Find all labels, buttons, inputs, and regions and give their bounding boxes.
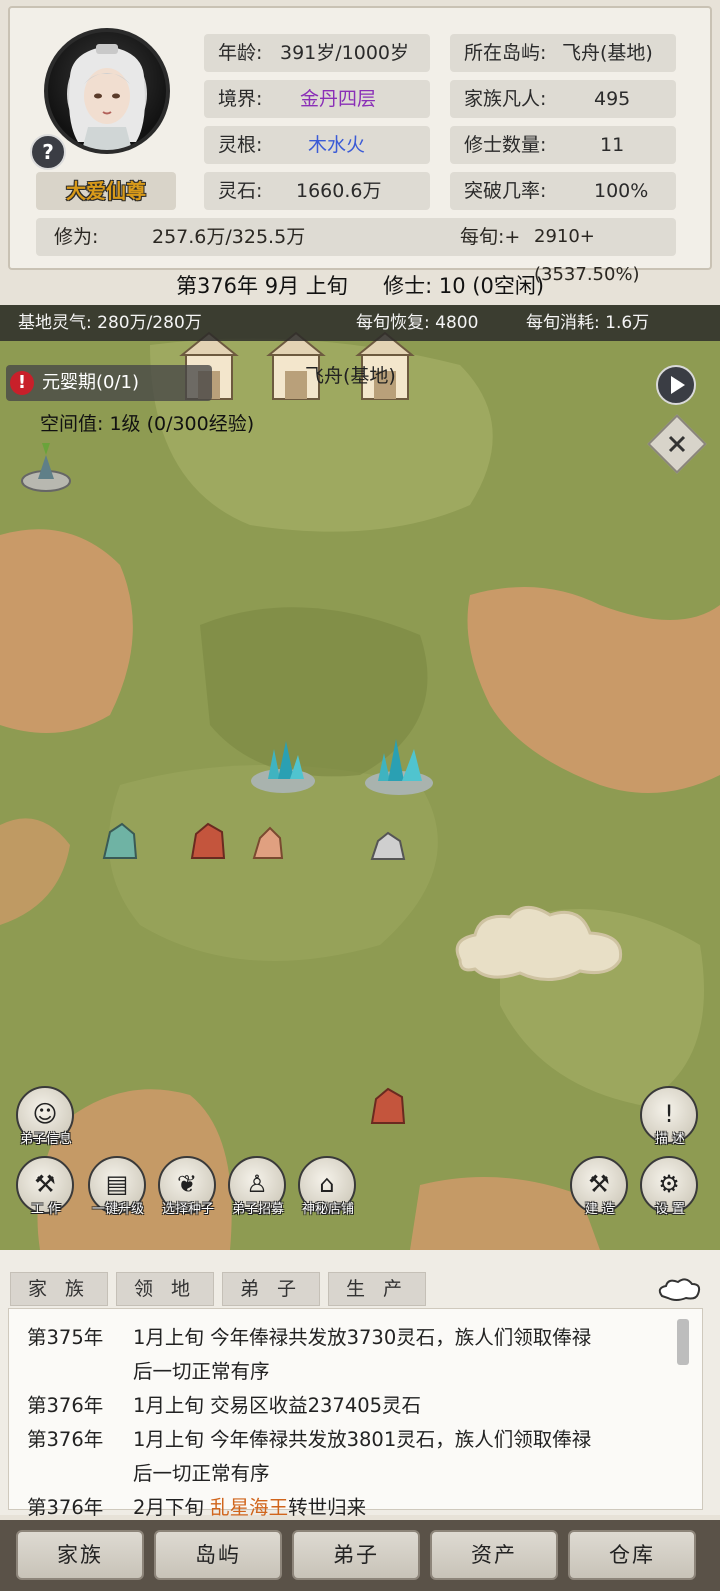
island-location-stat: 所在岛屿: 飞舟(基地) [450, 34, 676, 72]
fountain-structure[interactable] [20, 435, 72, 495]
ore-green[interactable] [100, 820, 140, 862]
character-name: 大爱仙尊 [36, 172, 176, 210]
spirit-root-label: 灵根: [218, 134, 263, 156]
qi-recovery: 每旬恢复: 4800 [356, 313, 479, 333]
disciple-icon: ♙ [246, 1170, 268, 1198]
play-button[interactable] [656, 365, 696, 405]
ore-silver[interactable] [368, 825, 408, 863]
mortals-value: 495 [594, 88, 631, 110]
age-stat: 年龄: 391岁/1000岁 [204, 34, 430, 72]
breakthrough-label: 突破几率: [464, 180, 547, 202]
log-text: 1月上旬 今年俸禄共发放3801灵石，族人们领取俸禄 [133, 1428, 592, 1451]
breakthrough-stat: 突破几率: 100% [450, 172, 676, 210]
log-text-suffix: 转世归来 [288, 1496, 367, 1519]
qi-status-bar: 基地灵气: 280万/280万 每旬恢复: 4800 每旬消耗: 1.6万 [0, 305, 720, 341]
date-status-bar: 第376年 9月 上旬 修士: 10 (0空闲) [0, 266, 720, 306]
cultivation-row: 修为: 257.6万/325.5万 每旬:+ 2910+(3537.50%) [36, 218, 676, 285]
log-highlight-name[interactable]: 乱星海王 [210, 1496, 288, 1519]
nav-disciples[interactable]: 弟子 [292, 1530, 420, 1580]
quest-banner[interactable]: ! 元婴期(0/1) [6, 365, 212, 401]
mortals-stat: 家族凡人: 495 [450, 80, 676, 118]
age-label: 年龄: [218, 42, 263, 64]
spirit-stones-label: 灵石: [218, 180, 263, 202]
sprout-icon: ❦ [176, 1170, 198, 1198]
map-terrain [0, 305, 720, 1250]
base-name-label: 飞舟(基地) [305, 365, 396, 387]
pagoda-icon: ⌂ [319, 1170, 335, 1198]
log-text: 1月上旬 今年俸禄共发放3730灵石，族人们领取俸禄 [133, 1326, 592, 1349]
play-icon [671, 376, 685, 394]
nav-islands[interactable]: 岛屿 [154, 1530, 282, 1580]
exclamation-icon: ! [664, 1100, 674, 1128]
alert-icon: ! [10, 371, 34, 395]
log-year: 第376年 [27, 1428, 104, 1451]
settings-label: 设 置 [654, 1202, 686, 1217]
log-text: 2月下旬 乱星海王转世归来 [133, 1491, 366, 1520]
work-label: 工 作 [30, 1202, 62, 1217]
spirit-crystal-right[interactable] [362, 735, 436, 799]
close-icon [668, 435, 686, 453]
cultivation-value: 257.6万/325.5万 [152, 226, 306, 248]
spirit-crystal-left[interactable] [248, 735, 318, 795]
cultivators-stat: 修士数量: 11 [450, 126, 676, 164]
nav-family[interactable]: 家族 [16, 1530, 144, 1580]
current-date: 第376年 9月 上旬 [175, 274, 348, 298]
nav-warehouse[interactable]: 仓库 [568, 1530, 696, 1580]
space-value: 空间值: 1级 (0/300经验) [40, 413, 255, 435]
qi-consumption: 每旬消耗: 1.6万 [526, 313, 650, 333]
breakthrough-value: 100% [594, 180, 649, 202]
spirit-root-stat: 灵根: 木水火 [204, 126, 430, 164]
island-map[interactable]: 飞舟(基地) ! 元婴期(0/1) 空间值: 1级 (0/300经验) [0, 305, 720, 1250]
description-label: 描 述 [654, 1132, 686, 1147]
recruit-label: 弟子招募 [231, 1202, 284, 1217]
spirit-root-value: 木水火 [308, 134, 366, 156]
event-log[interactable]: 第375年 1月上旬 今年俸禄共发放3730灵石，族人们领取俸禄 后一切正常有序… [8, 1308, 703, 1519]
island-location-value: 飞舟(基地) [562, 42, 653, 64]
log-year: 第375年 [27, 1326, 104, 1349]
tab-family[interactable]: 家 族 [10, 1272, 108, 1306]
log-year: 第376年 [27, 1394, 104, 1417]
character-avatar[interactable] [44, 28, 170, 154]
build-label: 建 造 [584, 1202, 616, 1217]
tool-icon: ⚒ [34, 1170, 56, 1198]
gear-icon: ⚙ [658, 1170, 680, 1198]
cultivators-label: 修士数量: [464, 134, 547, 156]
log-text: 1月上旬 交易区收益237405灵石 [133, 1394, 422, 1417]
hammer-icon: ⚒ [588, 1170, 610, 1198]
ore-red-lower[interactable] [368, 1085, 408, 1127]
realm-label: 境界: [218, 88, 263, 110]
quest-text: 元婴期(0/1) [42, 372, 140, 393]
island-location-label: 所在岛屿: [464, 42, 547, 64]
scroll-icon: ▤ [105, 1170, 129, 1198]
nav-assets[interactable]: 资产 [430, 1530, 558, 1580]
log-text: 后一切正常有序 [133, 1360, 270, 1383]
tab-disciples[interactable]: 弟 子 [222, 1272, 320, 1306]
mystery-shop-label: 神秘店铺 [301, 1202, 354, 1217]
realm-value: 金丹四层 [300, 88, 377, 110]
cultivation-label: 修为: [54, 226, 99, 248]
cultivators-value: 11 [600, 134, 625, 156]
disciple-info-label: 弟子信息 [19, 1132, 72, 1147]
one-key-upgrade-label: 一键升级 [91, 1202, 144, 1217]
age-value: 391岁/1000岁 [280, 42, 410, 64]
help-button[interactable]: ? [30, 134, 66, 170]
log-text-prefix: 2月下旬 [133, 1496, 211, 1519]
tab-production[interactable]: 生 产 [328, 1272, 426, 1306]
log-year: 第376年 [27, 1496, 104, 1519]
base-qi: 基地灵气: 280万/280万 [18, 313, 202, 333]
realm-stat: 境界: 金丹四层 [204, 80, 430, 118]
scholar-icon: ☺ [32, 1100, 58, 1128]
log-text: 后一切正常有序 [133, 1462, 270, 1485]
ore-copper[interactable] [248, 820, 288, 862]
ore-red[interactable] [188, 820, 228, 862]
log-scrollbar[interactable] [677, 1319, 689, 1365]
cultivator-count: 修士: 10 (0空闲) [383, 274, 545, 298]
tab-territory[interactable]: 领 地 [116, 1272, 214, 1306]
mortals-label: 家族凡人: [464, 88, 547, 110]
per-period-label: 每旬:+ [460, 226, 521, 248]
cloud-menu-icon[interactable] [656, 1276, 704, 1304]
spirit-stones-stat: 灵石: 1660.6万 [204, 172, 430, 210]
select-seeds-label: 选择种子 [161, 1202, 214, 1217]
spirit-stones-value: 1660.6万 [296, 180, 382, 202]
